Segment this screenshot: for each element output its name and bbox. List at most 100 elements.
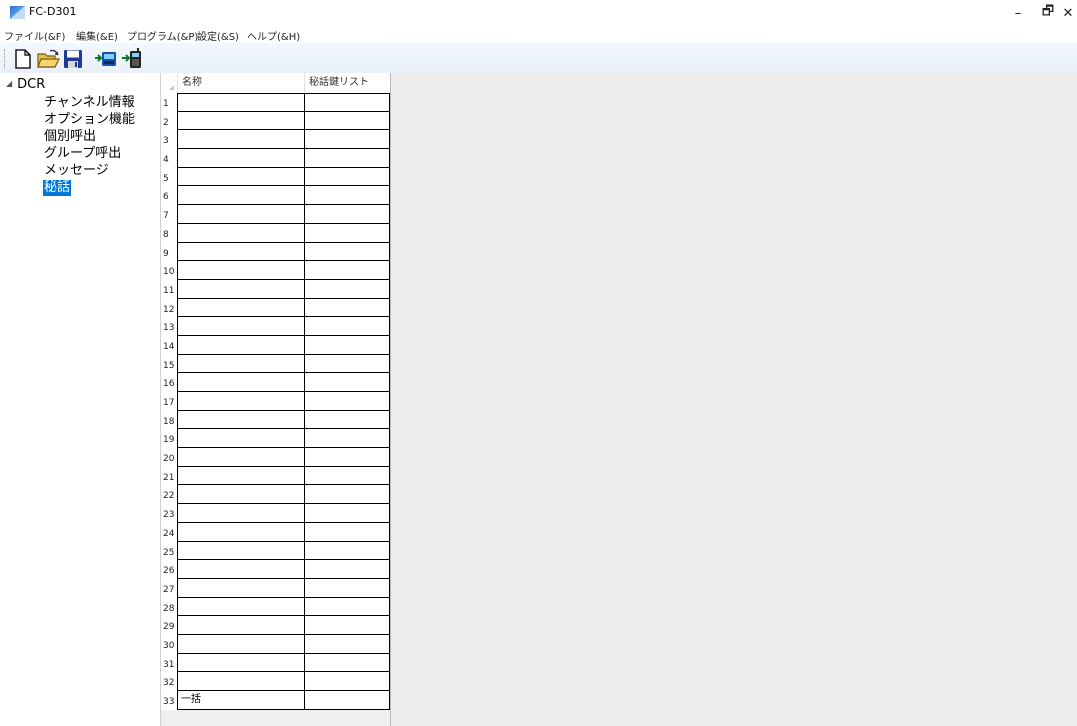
key-list-cell[interactable] — [304, 672, 390, 691]
key-list-cell[interactable] — [304, 597, 390, 617]
name-cell[interactable]: 一括 — [177, 691, 305, 710]
key-list-cell[interactable] — [304, 410, 390, 430]
key-list-cell[interactable] — [304, 634, 390, 654]
name-cell[interactable] — [177, 541, 305, 561]
menu-help[interactable]: ヘルプ(&H) — [247, 28, 300, 43]
row-number[interactable]: 4 — [161, 149, 177, 168]
name-cell[interactable] — [177, 485, 305, 505]
name-cell[interactable] — [177, 205, 305, 224]
select-all-corner[interactable] — [161, 73, 177, 93]
row-number[interactable]: 12 — [161, 298, 177, 318]
menu-file[interactable]: ファイル(&F) — [4, 28, 65, 43]
row-number[interactable]: 10 — [161, 261, 177, 280]
tree-item-group-call[interactable]: グループ呼出 — [43, 146, 122, 162]
key-list-cell[interactable] — [304, 429, 390, 449]
tree-item-individual-call[interactable]: 個別呼出 — [43, 129, 97, 145]
key-list-cell[interactable] — [304, 261, 390, 280]
row-number[interactable]: 31 — [161, 653, 177, 673]
row-number[interactable]: 6 — [161, 186, 177, 206]
close-button[interactable]: ✕ — [1050, 0, 1077, 26]
row-number[interactable]: 5 — [161, 167, 177, 187]
key-list-cell[interactable] — [304, 335, 390, 355]
name-cell[interactable] — [177, 93, 305, 112]
row-number[interactable]: 21 — [161, 466, 177, 486]
key-list-cell[interactable] — [304, 242, 390, 262]
name-cell[interactable] — [177, 223, 305, 243]
name-cell[interactable] — [177, 298, 305, 318]
name-cell[interactable] — [177, 392, 305, 411]
name-cell[interactable] — [177, 373, 305, 392]
row-number[interactable]: 1 — [161, 93, 177, 112]
key-list-cell[interactable] — [304, 223, 390, 243]
key-list-cell[interactable] — [304, 298, 390, 318]
save-button[interactable] — [62, 48, 84, 70]
row-number[interactable]: 17 — [161, 392, 177, 411]
name-cell[interactable] — [177, 167, 305, 187]
row-number[interactable]: 16 — [161, 373, 177, 392]
row-number[interactable]: 14 — [161, 335, 177, 355]
key-list-cell[interactable] — [304, 578, 390, 598]
key-list-cell[interactable] — [304, 466, 390, 486]
tree-item-secret-talk[interactable]: 秘話 — [43, 180, 72, 196]
name-cell[interactable] — [177, 335, 305, 355]
row-number[interactable]: 20 — [161, 448, 177, 467]
row-number[interactable]: 22 — [161, 485, 177, 505]
row-number[interactable]: 30 — [161, 634, 177, 654]
key-list-cell[interactable] — [304, 653, 390, 673]
key-list-cell[interactable] — [304, 186, 390, 206]
name-cell[interactable] — [177, 279, 305, 299]
row-number[interactable]: 27 — [161, 578, 177, 598]
row-number[interactable]: 15 — [161, 354, 177, 374]
key-list-cell[interactable] — [304, 504, 390, 523]
name-cell[interactable] — [177, 578, 305, 598]
row-number[interactable]: 8 — [161, 223, 177, 243]
open-button[interactable] — [36, 48, 60, 70]
row-number[interactable]: 24 — [161, 522, 177, 542]
name-cell[interactable] — [177, 111, 305, 131]
row-number[interactable]: 23 — [161, 504, 177, 523]
menu-program[interactable]: プログラム(&P) — [127, 28, 198, 43]
row-number[interactable]: 2 — [161, 111, 177, 131]
row-number[interactable]: 7 — [161, 205, 177, 224]
row-number[interactable]: 33 — [161, 691, 177, 710]
name-cell[interactable] — [177, 242, 305, 262]
name-cell[interactable] — [177, 560, 305, 579]
row-number[interactable]: 3 — [161, 130, 177, 150]
name-cell[interactable] — [177, 429, 305, 449]
row-number[interactable]: 9 — [161, 242, 177, 262]
menu-settings[interactable]: 設定(&S) — [197, 28, 239, 43]
name-cell[interactable] — [177, 672, 305, 691]
key-list-cell[interactable] — [304, 354, 390, 374]
name-cell[interactable] — [177, 317, 305, 336]
key-list-cell[interactable] — [304, 522, 390, 542]
key-list-cell[interactable] — [304, 560, 390, 579]
tree-item-option-functions[interactable]: オプション機能 — [43, 112, 136, 128]
row-number[interactable]: 29 — [161, 616, 177, 635]
name-cell[interactable] — [177, 149, 305, 168]
name-cell[interactable] — [177, 597, 305, 617]
name-cell[interactable] — [177, 448, 305, 467]
key-list-cell[interactable] — [304, 279, 390, 299]
tree-item-message[interactable]: メッセージ — [43, 163, 110, 179]
read-button[interactable] — [94, 48, 116, 70]
row-number[interactable]: 11 — [161, 279, 177, 299]
key-list-cell[interactable] — [304, 392, 390, 411]
key-list-cell[interactable] — [304, 373, 390, 392]
expand-arrow-icon[interactable]: ◢ — [6, 79, 12, 88]
name-cell[interactable] — [177, 522, 305, 542]
name-cell[interactable] — [177, 186, 305, 206]
column-header-key-list[interactable]: 秘話鍵リスト — [304, 73, 390, 93]
key-list-cell[interactable] — [304, 616, 390, 635]
row-number[interactable]: 19 — [161, 429, 177, 449]
menu-edit[interactable]: 編集(&E) — [76, 28, 118, 43]
key-list-cell[interactable] — [304, 93, 390, 112]
new-file-button[interactable] — [12, 48, 34, 70]
key-list-cell[interactable] — [304, 130, 390, 150]
row-number[interactable]: 32 — [161, 672, 177, 691]
name-cell[interactable] — [177, 616, 305, 635]
key-list-cell[interactable] — [304, 205, 390, 224]
key-list-cell[interactable] — [304, 691, 390, 710]
name-cell[interactable] — [177, 634, 305, 654]
name-cell[interactable] — [177, 130, 305, 150]
name-cell[interactable] — [177, 261, 305, 280]
